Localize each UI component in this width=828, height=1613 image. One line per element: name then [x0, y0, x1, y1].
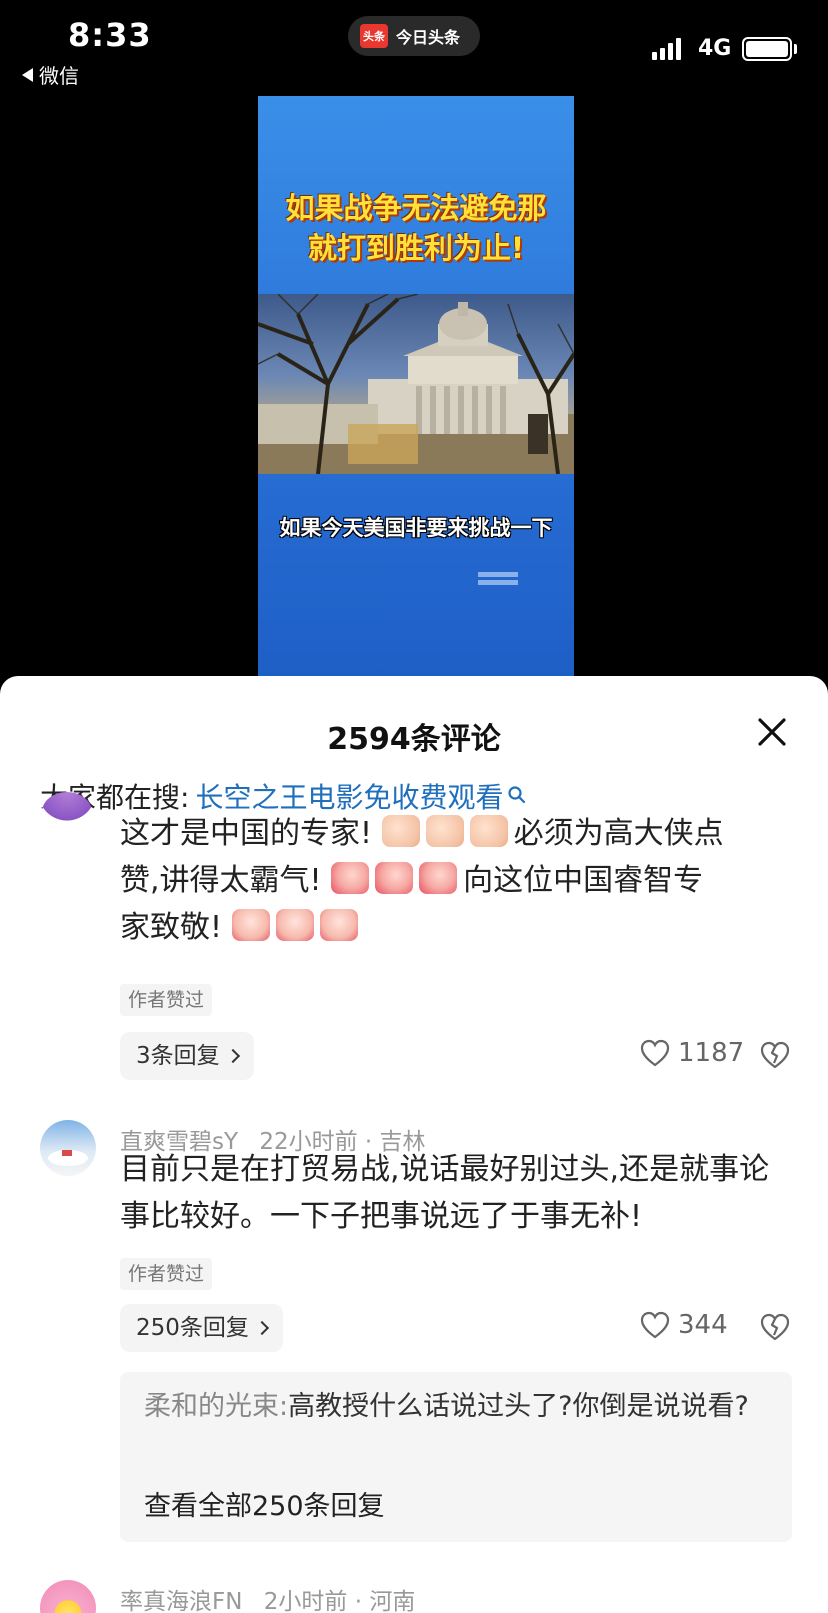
video-player[interactable]: 如果战争无法避免那 就打到胜利为止! 如果今天美国非要来挑战一下 — [258, 96, 574, 676]
thumbs-up-icon — [331, 862, 370, 894]
author-liked-badge: 作者赞过 — [120, 1258, 213, 1290]
video-headline: 如果战争无法避免那 就打到胜利为止! — [258, 188, 574, 268]
status-bar: 8:33 微信 头条 今日头条 4G — [0, 0, 828, 90]
chevron-right-icon — [225, 1048, 240, 1064]
avatar[interactable] — [42, 792, 92, 832]
battery-icon — [742, 37, 792, 61]
reply-text: 高教授什么话说过头了?你倒是说说看? — [288, 1391, 749, 1422]
video-headline-line2: 就打到胜利为止! — [307, 231, 525, 265]
like-count: 1187 — [678, 1038, 745, 1068]
broken-heart-icon[interactable] — [760, 1312, 790, 1342]
like-button[interactable]: 344 — [640, 1310, 728, 1340]
thumbs-up-icon — [419, 862, 458, 894]
comments-sheet: 2594条评论 大家都在搜: 长空之王电影免收费观看 这才是中国的专家! 必须为… — [0, 676, 828, 1613]
comment-text-part: 向这位中国睿智专 — [463, 863, 704, 898]
folded-hands-icon — [231, 909, 270, 941]
comment-text: 目前只是在打贸易战,说话最好别过头,还是就事论事比较好。一下子把事说远了于事无补… — [120, 1152, 770, 1234]
search-icon[interactable] — [507, 785, 527, 807]
comment-time-location: 2小时前 · 河南 — [263, 1589, 416, 1613]
battery-tip — [794, 44, 797, 54]
folded-hands-icon — [319, 909, 358, 941]
folded-hands-icon — [275, 909, 314, 941]
video-subtitle: 如果今天美国非要来挑战一下 — [279, 516, 553, 540]
comment-text: 这才是中国的专家! 必须为高大侠点 赞,讲得太霸气! 向这位中国睿智专 家致敬! — [120, 810, 800, 951]
comment-text-part: 赞,讲得太霸气! — [120, 863, 322, 898]
view-replies-button[interactable]: 250条回复 — [120, 1304, 283, 1352]
broken-heart-icon[interactable] — [760, 1040, 790, 1070]
video-headline-line1: 如果战争无法避免那 — [285, 191, 547, 225]
comments-count-title: 2594条评论 — [327, 722, 501, 757]
reply-separator: : — [279, 1391, 289, 1422]
replies-count-label: 250条回复 — [136, 1315, 249, 1341]
author-liked-badge: 作者赞过 — [120, 984, 213, 1016]
avatar[interactable] — [40, 1120, 96, 1176]
video-watermark-icon — [478, 572, 518, 585]
capitol-building-image — [258, 294, 574, 474]
avatar[interactable] — [40, 1580, 96, 1613]
chevron-right-icon — [254, 1320, 269, 1336]
flexed-biceps-icon — [425, 815, 464, 847]
replies-count-label: 3条回复 — [136, 1043, 220, 1069]
username[interactable]: 率真海浪FN — [120, 1589, 242, 1613]
comment-text-part: 这才是中国的专家! — [120, 816, 373, 851]
heart-icon — [640, 1311, 670, 1339]
comment-text-part: 必须为高大侠点 — [513, 816, 724, 851]
toutiao-logo-icon: 头条 — [360, 24, 388, 48]
close-icon[interactable] — [754, 714, 790, 750]
status-time: 8:33 — [68, 16, 152, 54]
back-app-label: 微信 — [39, 64, 79, 88]
view-all-replies-link[interactable]: 查看全部250条回复 — [144, 1484, 385, 1523]
heart-icon — [640, 1039, 670, 1067]
flexed-biceps-icon — [469, 815, 508, 847]
network-type: 4G — [698, 36, 732, 61]
app-indicator-pill[interactable]: 头条 今日头条 — [348, 16, 480, 56]
back-triangle-icon — [22, 67, 33, 82]
reply-preview-box[interactable]: 柔和的光束:高教授什么话说过头了?你倒是说说看? 查看全部250条回复 — [120, 1372, 792, 1542]
reply-username[interactable]: 柔和的光束 — [144, 1391, 279, 1422]
comment-meta: 率真海浪FN 2小时前 · 河南 — [120, 1582, 415, 1613]
back-to-wechat-button[interactable]: 微信 — [22, 60, 79, 89]
comment-text-part: 家致敬! — [120, 910, 223, 945]
like-count: 344 — [678, 1310, 728, 1340]
like-button[interactable]: 1187 — [640, 1038, 744, 1068]
view-replies-button[interactable]: 3条回复 — [120, 1032, 254, 1080]
app-name: 今日头条 — [396, 28, 461, 47]
thumbs-up-icon — [375, 862, 414, 894]
cellular-signal-icon — [652, 38, 681, 60]
flexed-biceps-icon — [381, 815, 420, 847]
reply-preview: 柔和的光束:高教授什么话说过头了?你倒是说说看? — [144, 1386, 774, 1428]
